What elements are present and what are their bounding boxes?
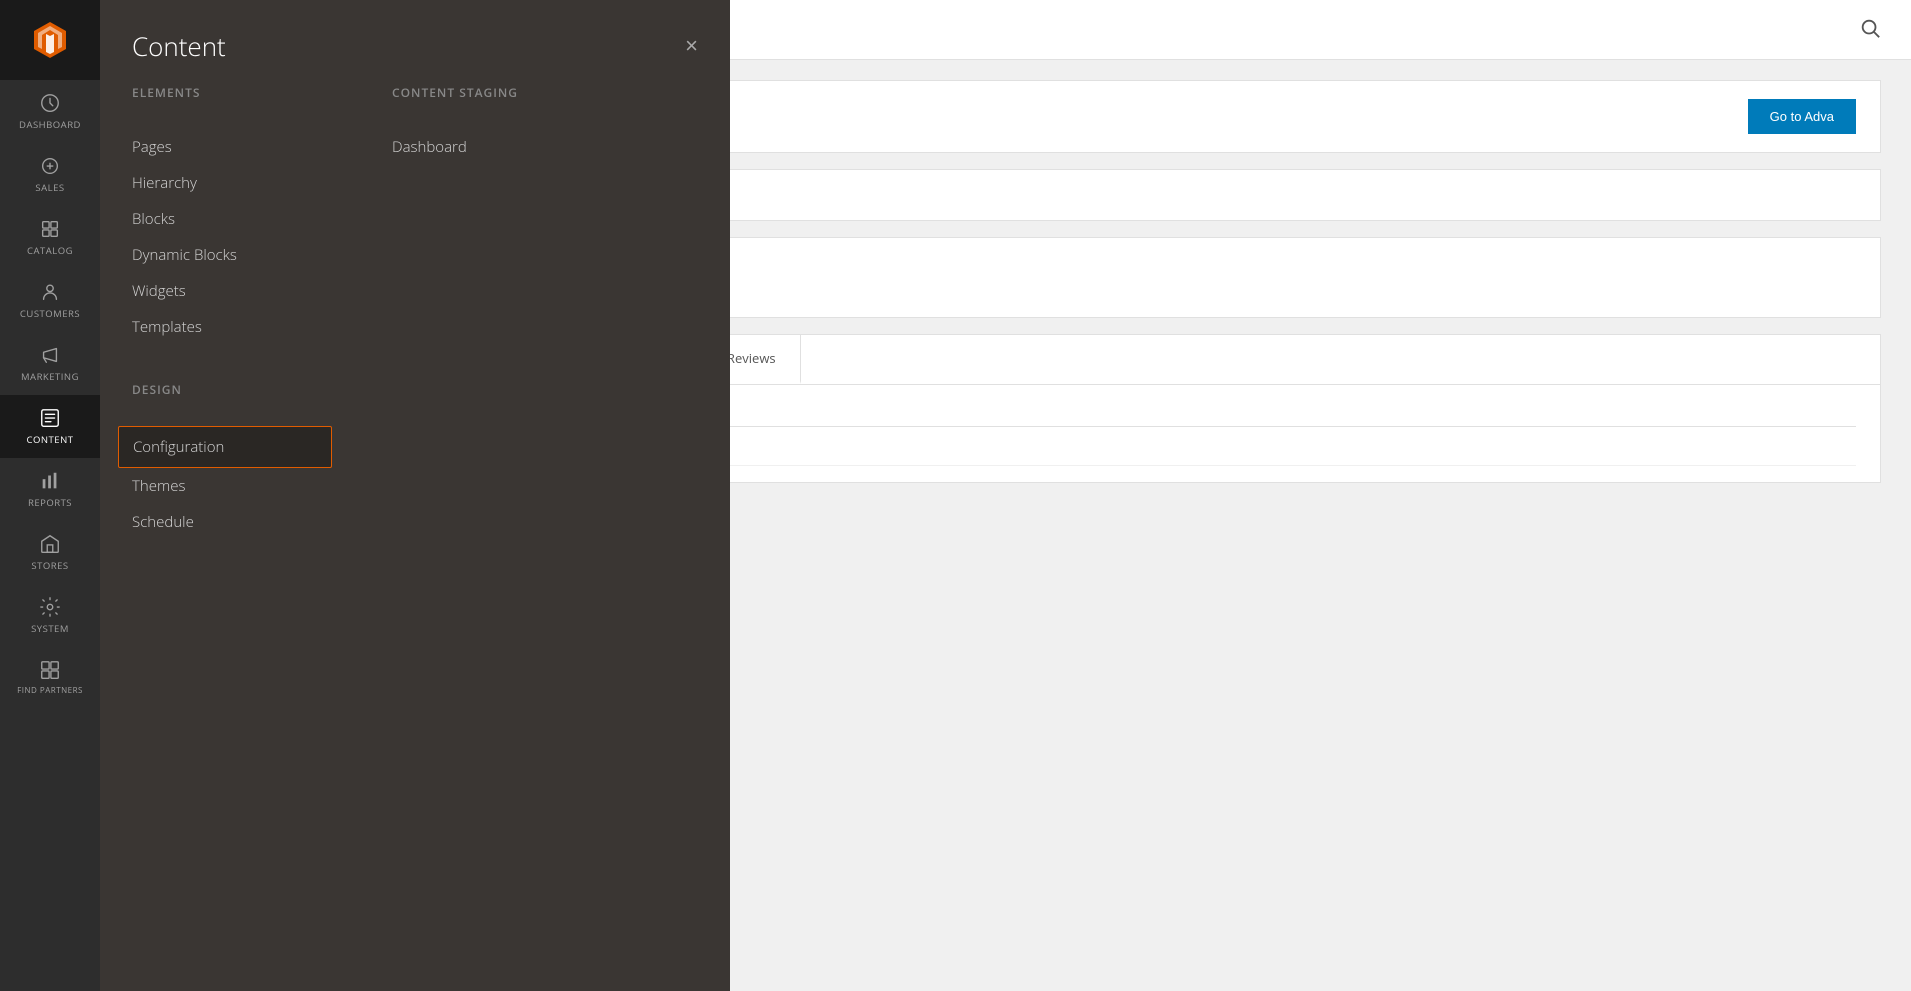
sidebar-item-label: SYSTEM xyxy=(31,622,69,635)
sidebar-item-label: STORES xyxy=(31,559,68,572)
sidebar-item-find-partners[interactable]: FIND PARTNERS xyxy=(0,647,100,708)
flyout-item-hierarchy[interactable]: Hierarchy xyxy=(132,165,332,201)
sidebar-item-content[interactable]: CONTENT xyxy=(0,395,100,458)
flyout-col-elements: Elements Pages Hierarchy Blocks Dynamic … xyxy=(132,84,332,959)
flyout-item-templates[interactable]: Templates xyxy=(132,309,332,345)
sidebar-item-marketing[interactable]: MARKETING xyxy=(0,332,100,395)
sidebar-item-reports[interactable]: REPORTS xyxy=(0,458,100,521)
flyout-item-staging-dashboard[interactable]: Dashboard xyxy=(392,129,592,165)
sidebar-logo xyxy=(0,0,100,80)
sidebar-item-customers[interactable]: CUSTOMERS xyxy=(0,269,100,332)
flyout-item-widgets[interactable]: Widgets xyxy=(132,273,332,309)
flyout-item-themes[interactable]: Themes xyxy=(132,468,332,504)
catalog-icon xyxy=(39,218,61,240)
sidebar-item-label: CATALOG xyxy=(27,244,73,257)
sidebar-item-label: CUSTOMERS xyxy=(20,307,80,320)
flyout-menu: Content × Elements Pages Hierarchy Block… xyxy=(100,0,730,991)
search-button[interactable] xyxy=(1859,17,1881,42)
stores-icon xyxy=(39,533,61,555)
flyout-section-title-staging: Content Staging xyxy=(392,84,592,109)
flyout-item-configuration[interactable]: Configuration xyxy=(118,426,332,468)
sidebar-item-dashboard[interactable]: DASHBOARD xyxy=(0,80,100,143)
marketing-icon xyxy=(39,344,61,366)
sidebar-item-label: SALES xyxy=(35,181,64,194)
sidebar-item-system[interactable]: SYSTEM xyxy=(0,584,100,647)
flyout-title: Content xyxy=(132,28,226,64)
sidebar-item-label: FIND PARTNERS xyxy=(17,685,83,696)
reports-icon xyxy=(39,470,61,492)
system-icon xyxy=(39,596,61,618)
find-partners-icon xyxy=(39,659,61,681)
flyout-close-button[interactable]: × xyxy=(685,35,698,57)
content-icon xyxy=(39,407,61,429)
flyout-header: Content × xyxy=(100,0,730,84)
flyout-col-content-staging: Content Staging Dashboard xyxy=(392,84,592,959)
sidebar-item-label: CONTENT xyxy=(27,433,74,446)
sales-icon xyxy=(39,155,61,177)
flyout-section-title-elements: Elements xyxy=(132,84,332,109)
sidebar-item-label: REPORTS xyxy=(28,496,72,509)
flyout-body: Elements Pages Hierarchy Blocks Dynamic … xyxy=(100,84,730,991)
flyout-item-dynamic-blocks[interactable]: Dynamic Blocks xyxy=(132,237,332,273)
flyout-design-section: Design Configuration Themes Schedule xyxy=(132,381,332,540)
flyout-item-blocks[interactable]: Blocks xyxy=(132,201,332,237)
sidebar-item-label: MARKETING xyxy=(21,370,79,383)
go-to-advanced-button[interactable]: Go to Adva xyxy=(1748,99,1856,134)
magento-logo-icon xyxy=(28,18,72,62)
flyout-section-title-design: Design xyxy=(132,381,332,406)
sidebar-item-stores[interactable]: STORES xyxy=(0,521,100,584)
search-icon xyxy=(1859,17,1881,39)
flyout-item-pages[interactable]: Pages xyxy=(132,129,332,165)
dashboard-icon xyxy=(39,92,61,114)
customers-icon xyxy=(39,281,61,303)
sidebar-item-sales[interactable]: SALES xyxy=(0,143,100,206)
sidebar-item-catalog[interactable]: CATALOG xyxy=(0,206,100,269)
sidebar: DASHBOARD SALES CATALOG CUSTOMERS MARKET… xyxy=(0,0,100,991)
flyout-item-schedule[interactable]: Schedule xyxy=(132,504,332,540)
sidebar-item-label: DASHBOARD xyxy=(19,118,81,131)
